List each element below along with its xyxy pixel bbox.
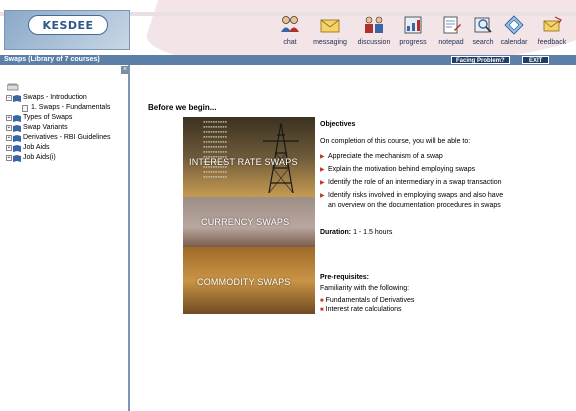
book-icon — [13, 134, 21, 142]
expand-toggle[interactable]: + — [6, 115, 12, 121]
envelope-icon — [320, 19, 340, 33]
tree-item-swaps-fundamentals[interactable]: 1. Swaps - Fundamentals — [22, 103, 110, 113]
header-banner: KESDEE chat messaging discussion progres… — [0, 0, 576, 55]
book-icon — [13, 154, 21, 162]
collage-label-currency: CURRENCY SWAPS — [201, 217, 290, 227]
tree-item-types-of-swaps[interactable]: + Types of Swaps — [6, 113, 72, 123]
tree-item-label: Swap Variants — [23, 124, 68, 131]
tree-item-swap-variants[interactable]: + Swap Variants — [6, 123, 68, 133]
duration: Duration: 1 - 1.5 hours — [320, 229, 392, 236]
duration-label: Duration: — [320, 229, 352, 236]
objectives-title: Objectives — [320, 121, 356, 128]
prerequisite-text: Interest rate calculations — [325, 306, 402, 313]
expand-toggle[interactable]: + — [6, 135, 12, 141]
bullet-dot-icon: ■ — [320, 307, 324, 313]
tree-item-label: Job Aids — [23, 144, 50, 151]
duration-value: 1 - 1.5 hours — [353, 229, 393, 236]
logo-text: KESDEE — [42, 18, 94, 32]
prerequisites-intro: Familiarity with the following: — [320, 285, 410, 292]
page-icon — [22, 104, 28, 112]
objective-item: ▶ Explain the motivation behind employin… — [320, 165, 570, 175]
bullet-arrow-icon: ▶ — [320, 167, 325, 173]
toolbar-label: messaging — [313, 39, 347, 46]
toolbar-label: discussion — [357, 39, 391, 46]
toolbar-feedback-button[interactable]: feedback — [530, 14, 574, 54]
collapse-panel-button[interactable]: × — [121, 66, 129, 74]
objective-text: Identify risks involved in employing swa… — [328, 192, 504, 209]
discussion-icon — [365, 16, 383, 33]
course-collage-image: ▪▪▪▪▪▪▪▪▪▪ ▪▪▪▪▪▪▪▪▪▪ ▪▪▪▪▪▪▪▪▪▪ ▪▪▪▪▪▪▪▪▪▪… — [183, 117, 315, 314]
collage-label-commodity: COMMODITY SWAPS — [197, 277, 291, 287]
toolbar-label: feedback — [537, 39, 567, 46]
bullet-dot-icon: ■ — [320, 298, 324, 304]
book-icon — [13, 124, 21, 132]
logo: KESDEE — [28, 15, 108, 35]
toolbar-label: chat — [283, 39, 297, 46]
tree-item-rbi-guidelines[interactable]: + Derivatives - RBI Guidelines — [6, 133, 111, 143]
objectives-intro: On completion of this course, you will b… — [320, 138, 471, 145]
toolbar-messaging-button[interactable]: messaging — [308, 14, 352, 54]
book-icon — [13, 144, 21, 152]
expand-toggle[interactable]: + — [6, 145, 12, 151]
collapse-toggle[interactable]: − — [6, 95, 12, 101]
tree-item-label: 1. Swaps - Fundamentals — [31, 104, 111, 111]
objective-item: ▶ Identify risks involved in employing s… — [320, 191, 505, 211]
tree-item-label: Job Aids(i) — [23, 154, 56, 161]
tree-item-job-aids-i[interactable]: + Job Aids(i) — [6, 153, 56, 163]
chat-icon — [281, 16, 299, 32]
bullet-arrow-icon: ▶ — [320, 180, 325, 186]
tree-item-job-aids[interactable]: + Job Aids — [6, 143, 49, 153]
prerequisite-text: Fundamentals of Derivatives — [325, 297, 415, 304]
tree-item-label: Derivatives - RBI Guidelines — [23, 134, 111, 141]
objective-item: ▶ Identify the role of an intermediary i… — [320, 178, 570, 188]
search-icon — [474, 17, 492, 33]
prerequisite-item: ■ Interest rate calculations — [320, 305, 402, 315]
objective-text: Identify the role of an intermediary in … — [328, 179, 502, 186]
toolbar-discussion-button[interactable]: discussion — [352, 14, 396, 54]
tree-item-swaps-introduction[interactable]: − Swaps - Introduction — [6, 93, 87, 103]
book-icon — [13, 94, 21, 102]
title-bar: Swaps (Library of 7 courses) Facing Prob… — [0, 55, 576, 65]
calendar-icon — [504, 15, 524, 35]
collage-label-interest-rate: INTEREST RATE SWAPS — [189, 157, 298, 167]
page-title: Swaps (Library of 7 courses) — [4, 56, 100, 63]
bullet-arrow-icon: ▶ — [320, 193, 325, 199]
prerequisites-title: Pre-requisites: — [320, 274, 370, 281]
content-heading: Before we begin... — [148, 103, 217, 112]
bullet-arrow-icon: ▶ — [320, 154, 325, 160]
expand-toggle[interactable]: + — [6, 155, 12, 161]
library-icon — [7, 83, 19, 91]
objective-text: Appreciate the mechanism of a swap — [328, 153, 443, 160]
feedback-icon — [543, 16, 562, 32]
objective-text: Explain the motivation behind employing … — [328, 166, 476, 173]
book-icon — [13, 114, 21, 122]
exit-button[interactable]: EXIT — [522, 56, 550, 64]
tree-item-label: Types of Swaps — [23, 114, 73, 121]
facing-problem-button[interactable]: Facing Problem? — [451, 56, 510, 64]
toolbar-chat-button[interactable]: chat — [268, 14, 312, 54]
rate-table-decoration: ▪▪▪▪▪▪▪▪▪▪ ▪▪▪▪▪▪▪▪▪▪ ▪▪▪▪▪▪▪▪▪▪ ▪▪▪▪▪▪▪▪▪▪… — [203, 119, 228, 179]
notepad-icon — [443, 16, 461, 34]
objective-item: ▶ Appreciate the mechanism of a swap — [320, 152, 570, 162]
expand-toggle[interactable]: + — [6, 125, 12, 131]
tree-item-label: Swaps - Introduction — [23, 94, 87, 101]
progress-icon — [404, 16, 422, 34]
